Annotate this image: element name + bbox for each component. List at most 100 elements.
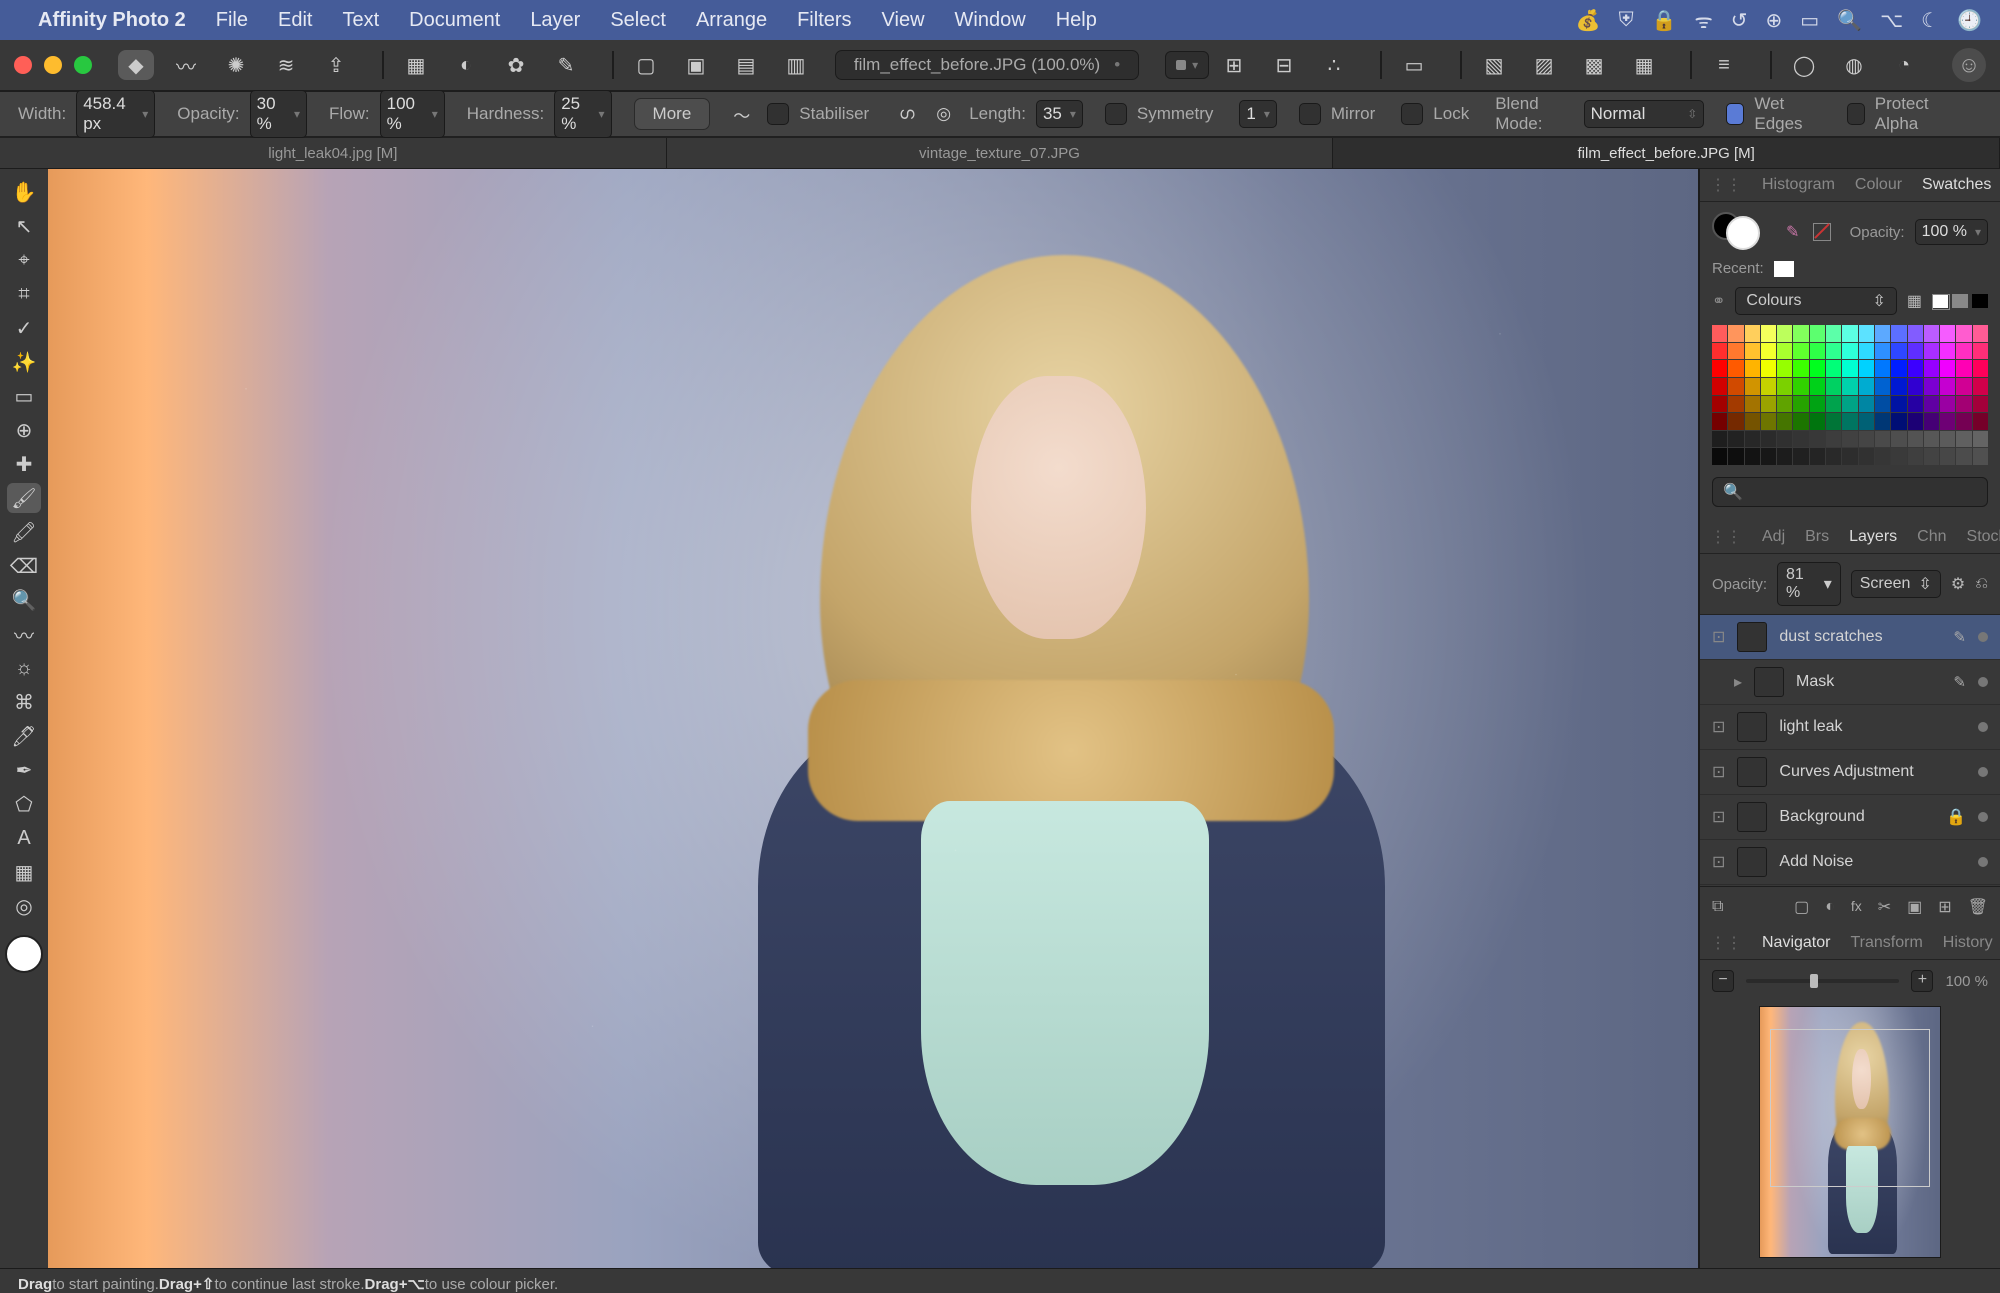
play-circle-icon[interactable]: ⊕ (1766, 8, 1783, 33)
swatch-cell[interactable] (1810, 448, 1825, 465)
shield-icon[interactable]: ⛨ (1619, 9, 1634, 32)
layer-enabled-dot[interactable] (1978, 767, 1988, 777)
pencil-icon[interactable]: ✎ (1953, 673, 1966, 691)
tool-zoom[interactable]: 🔍 (7, 585, 41, 615)
layer-blend-select[interactable]: Screen⇳ (1851, 570, 1941, 598)
swatch-cell[interactable] (1745, 431, 1760, 448)
swatch-cell[interactable] (1761, 343, 1776, 360)
force-pressure-icon[interactable]: 〜 (730, 100, 753, 128)
account-avatar-icon[interactable]: ☺ (1952, 48, 1986, 82)
swatch-cell[interactable] (1859, 396, 1874, 413)
swatch-cell[interactable] (1924, 378, 1939, 395)
swatch-cell[interactable] (1777, 378, 1792, 395)
auto-levels-icon[interactable]: ▦ (398, 50, 434, 80)
layer-group-icon[interactable]: ▣ (1907, 897, 1922, 917)
swatch-cell[interactable] (1712, 360, 1727, 377)
quick-mask-toggle[interactable]: ▾ (1165, 51, 1209, 79)
swatch-cell[interactable] (1712, 431, 1727, 448)
swatch-cell[interactable] (1859, 448, 1874, 465)
swatch-set-select[interactable]: Colours⇳ (1735, 287, 1896, 315)
swatch-cell[interactable] (1940, 343, 1955, 360)
swatch-cell[interactable] (1956, 396, 1971, 413)
tab-history[interactable]: History (1943, 934, 1993, 952)
swatch-cell[interactable] (1793, 431, 1808, 448)
arrange-4-icon[interactable]: ▦ (1626, 50, 1662, 80)
layer-visibility-icon[interactable]: ⊡ (1712, 627, 1725, 647)
tab-navigator[interactable]: Navigator (1762, 934, 1830, 952)
tool-paint-mixer[interactable]: 🖊 (7, 721, 41, 751)
window-close-button[interactable] (14, 56, 32, 74)
swatch-cell[interactable] (1810, 413, 1825, 430)
swatch-cell[interactable] (1777, 396, 1792, 413)
swatch-cell[interactable] (1908, 431, 1923, 448)
swatch-search[interactable]: 🔍 (1712, 477, 1988, 507)
tool-smudge[interactable]: 〰 (7, 619, 41, 649)
swatch-cell[interactable] (1712, 413, 1727, 430)
more-button[interactable]: More (634, 98, 711, 130)
navigator-thumb[interactable] (1759, 1006, 1941, 1258)
swatch-defaults[interactable] (1932, 294, 1988, 308)
arrange-2-icon[interactable]: ▨ (1526, 50, 1562, 80)
menu-text[interactable]: Text (342, 9, 379, 32)
swatch-cell[interactable] (1745, 448, 1760, 465)
layer-visibility-icon[interactable]: ▸ (1734, 672, 1742, 692)
auto-colours-icon[interactable]: ✿ (498, 50, 534, 80)
foreground-swatch[interactable] (5, 935, 43, 973)
swatch-cell[interactable] (1842, 378, 1857, 395)
swatch-cell[interactable] (1940, 396, 1955, 413)
swatch-cell[interactable] (1761, 413, 1776, 430)
swatch-cell[interactable] (1777, 360, 1792, 377)
swatch-cell[interactable] (1908, 378, 1923, 395)
swatch-cell[interactable] (1891, 343, 1906, 360)
persona-develop-icon[interactable]: ✺ (218, 50, 254, 80)
tool-marquee[interactable]: ▭ (7, 381, 41, 411)
tool-brush-selection[interactable]: ✓ (7, 313, 41, 343)
control-center-icon[interactable]: ⌥ (1880, 8, 1903, 33)
tool-dodge[interactable]: ☼ (7, 653, 41, 683)
swatch-cell[interactable] (1826, 360, 1841, 377)
zoom-in-button[interactable]: + (1911, 970, 1933, 992)
swatch-cell[interactable] (1793, 343, 1808, 360)
swatch-cell[interactable] (1891, 325, 1906, 342)
swatch-cell[interactable] (1973, 413, 1988, 430)
swatch-cell[interactable] (1810, 343, 1825, 360)
arrange-3-icon[interactable]: ▩ (1576, 50, 1612, 80)
layer-enabled-dot[interactable] (1978, 632, 1988, 642)
swatch-cell[interactable] (1956, 413, 1971, 430)
menu-window[interactable]: Window (955, 9, 1026, 32)
battery-icon[interactable]: ▭ (1800, 8, 1819, 33)
doc-tab-1[interactable]: vintage_texture_07.JPG (667, 138, 1334, 168)
swatch-cell[interactable] (1745, 378, 1760, 395)
tab-layers[interactable]: Layers (1849, 528, 1897, 546)
menu-help[interactable]: Help (1056, 9, 1097, 32)
swatch-cell[interactable] (1826, 325, 1841, 342)
snap-icon[interactable]: ⊞ (1216, 50, 1252, 80)
width-field[interactable]: 458.4 px▾ (76, 90, 155, 138)
swatch-cell[interactable] (1842, 413, 1857, 430)
swatch-cell[interactable] (1924, 360, 1939, 377)
swatch-cell[interactable] (1826, 448, 1841, 465)
eyedropper-icon[interactable]: ✎ (1786, 222, 1799, 242)
swatch-cell[interactable] (1761, 360, 1776, 377)
swatch-cell[interactable] (1891, 360, 1906, 377)
history-icon[interactable]: ↺ (1731, 8, 1748, 33)
recent-swatch-0[interactable] (1774, 261, 1794, 277)
flow-field[interactable]: 100 %▾ (380, 90, 445, 138)
layer-visibility-icon[interactable]: ⊡ (1712, 807, 1725, 827)
doc-tab-0[interactable]: light_leak04.jpg [M] (0, 138, 667, 168)
menu-file[interactable]: File (216, 9, 248, 32)
menu-filters[interactable]: Filters (797, 9, 851, 32)
hardness-field[interactable]: 25 %▾ (554, 90, 611, 138)
tab-adj[interactable]: Adj (1762, 528, 1785, 546)
tool-inpaint[interactable]: ✚ (7, 449, 41, 479)
menu-select[interactable]: Select (610, 9, 666, 32)
swatch-cell[interactable] (1761, 378, 1776, 395)
swatch-cell[interactable] (1826, 431, 1841, 448)
blendmode-select[interactable]: Normal⇳ (1584, 100, 1705, 128)
swatch-cell[interactable] (1940, 413, 1955, 430)
swatch-cell[interactable] (1891, 396, 1906, 413)
swatch-cell[interactable] (1924, 343, 1939, 360)
layer-enabled-dot[interactable] (1978, 857, 1988, 867)
tool-flood-select[interactable]: ✨ (7, 347, 41, 377)
tool-grid[interactable]: ▦ (7, 857, 41, 887)
